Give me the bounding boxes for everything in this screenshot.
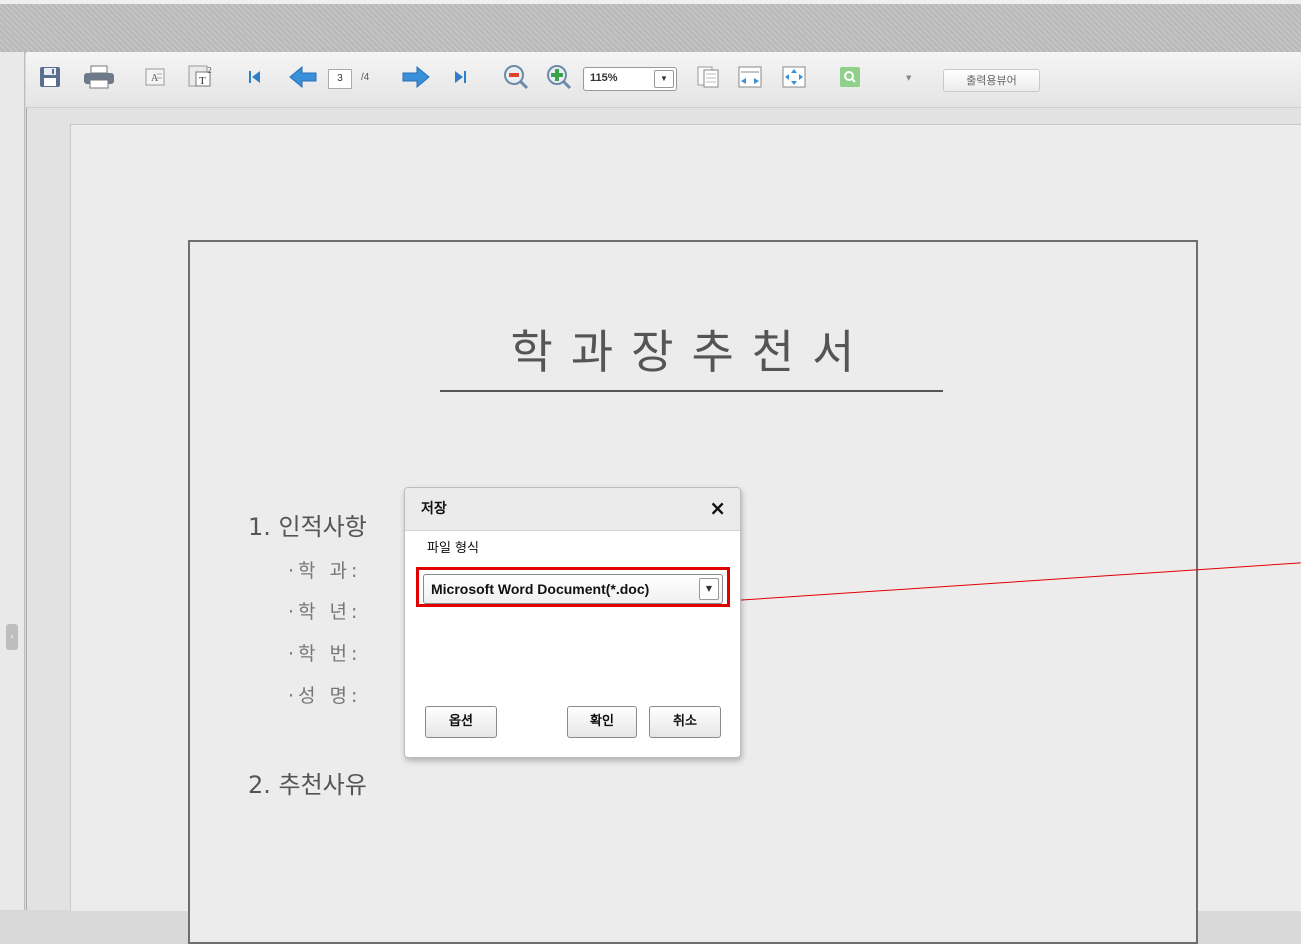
file-format-label: 파일 형식 [427,541,479,556]
print-viewer-button[interactable]: 출력용뷰어 [943,69,1040,92]
cancel-button[interactable]: 취소 [649,706,721,738]
zoom-in-icon[interactable] [544,64,576,90]
save-icon[interactable] [38,64,62,90]
page-total: /4 [361,72,370,83]
fit-width-icon[interactable] [737,64,763,90]
search-icon[interactable] [837,64,863,90]
zoom-out-icon[interactable] [502,64,530,90]
save-dialog: 저장 × 파일 형식 Microsoft Word Document(*.doc… [404,487,741,758]
annotation-highlight-box [416,567,730,607]
section-recommendation-reason: 2. 추천사유 [248,771,367,799]
svg-text:T: T [199,75,206,87]
field-name: ·성 명: [288,685,362,707]
next-page-icon[interactable] [399,64,433,90]
zoom-dropdown-arrow[interactable]: ▼ [654,70,674,88]
dialog-title: 저장 [421,501,447,517]
field-department: ·학 과: [288,560,362,582]
left-panel-toggle[interactable]: ‹ [6,624,18,650]
print-icon[interactable] [82,64,116,90]
text-export-icon[interactable]: A [144,64,166,90]
options-button[interactable]: 옵션 [425,706,497,738]
more-options-dropdown[interactable]: ▼ [906,74,911,82]
zoom-select[interactable]: 115% ▼ [583,67,677,91]
previous-page-icon[interactable] [286,64,320,90]
top-band-highlight [0,0,1301,4]
font-settings-icon[interactable]: T2 [186,64,216,90]
fit-page-icon[interactable] [781,64,807,90]
close-icon[interactable]: × [709,496,726,520]
svg-text:2: 2 [207,66,212,75]
field-year: ·학 년: [288,601,362,623]
document-title: 학과장추천서 [440,322,943,392]
first-page-icon[interactable] [245,64,265,90]
field-student-id: ·학 번: [288,643,362,665]
left-panel-strip: ‹ [0,52,25,910]
window-top-band [0,0,1301,53]
confirm-button[interactable]: 확인 [567,706,637,738]
zoom-value: 115% [590,72,618,84]
section-personal-info: 1. 인적사항 [248,513,367,541]
dialog-header: 저장 × [405,488,740,531]
page-number-input[interactable]: 3 [328,69,352,89]
single-page-icon[interactable] [696,64,720,90]
last-page-icon[interactable] [450,64,470,90]
